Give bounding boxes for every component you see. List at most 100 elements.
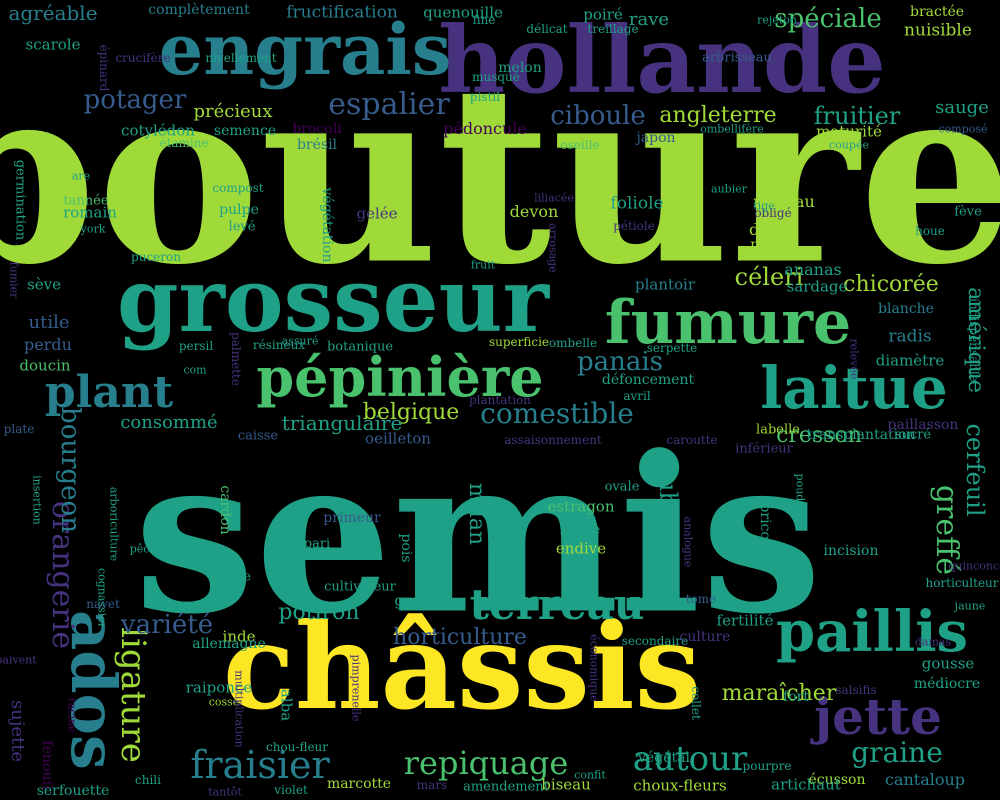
word-167: ombellifère (700, 122, 764, 136)
word-201: plantation (469, 393, 531, 407)
word-166: rejeton (757, 13, 797, 27)
word-109: caroutte (666, 433, 718, 447)
word-94: superficie (488, 335, 550, 349)
word-93: botanique (326, 339, 394, 355)
word-77: foliole (610, 193, 664, 214)
word-102: labelle (756, 422, 800, 438)
word-21: bourgeon (55, 407, 85, 533)
word-159: crucifère (115, 51, 171, 65)
word-96: serpette (646, 341, 698, 355)
word-111: ovale (604, 479, 640, 495)
word-154: tantôt (208, 785, 242, 799)
word-41: horticulture (393, 625, 527, 650)
word-45: précieux (193, 101, 273, 122)
word-70: pulpe (219, 202, 259, 218)
word-65: semence (213, 123, 277, 139)
word-98: radis (888, 326, 932, 347)
word-cloud: bouture semis châssis hollande grosseur engra… (0, 0, 1000, 800)
word-190: analogue (681, 516, 695, 568)
word-44: consommé (120, 412, 218, 433)
word-90: perdu (24, 335, 72, 354)
word-118: pois (398, 533, 414, 563)
word-88: sève (27, 275, 61, 294)
word-7: fumure (604, 288, 852, 358)
word-84: houe (915, 224, 945, 238)
word-121: incision (823, 543, 879, 559)
word-199: économique (587, 634, 601, 702)
word-120: abricotier (757, 495, 773, 565)
word-163: fine (472, 13, 496, 27)
word-200: pimprenelle (349, 654, 363, 722)
word-74: végétation (319, 187, 335, 263)
word-173: liliacée (534, 191, 574, 205)
word-131: culture (679, 629, 731, 645)
word-191: poudrette (793, 473, 807, 529)
word-125: greffe (394, 591, 440, 610)
word-56: arbrisseau (702, 50, 772, 66)
word-25: espalier (328, 87, 450, 122)
word-75: mouillure (480, 166, 501, 254)
word-182: com (183, 363, 207, 377)
word-169: coupée (829, 138, 869, 152)
word-116: primeur (323, 510, 381, 526)
word-35: milan (464, 482, 489, 546)
word-14: terreau (469, 580, 645, 629)
word-106: oeilleton (365, 429, 431, 448)
word-91: doucin (19, 356, 71, 375)
word-178: fumier (7, 261, 21, 299)
word-130: secondaire (621, 634, 689, 648)
word-124: cultivateur (324, 579, 396, 595)
word-53: nuisible (904, 20, 972, 41)
word-58: sauge (935, 97, 989, 118)
word-62: pédoncule (443, 119, 527, 138)
word-6: engrais (158, 8, 452, 91)
word-157: confit (574, 768, 606, 782)
word-186: insertion (30, 475, 44, 525)
word-37: potiron (278, 600, 360, 625)
word-176: tige (753, 199, 775, 213)
word-27: ciboule (550, 101, 646, 131)
word-113: haute (559, 522, 601, 538)
word-105: sucré (894, 427, 932, 443)
word-147: artichaut (771, 775, 841, 794)
word-161: musqué (472, 70, 520, 84)
word-196: paivent (0, 653, 37, 667)
word-100: défoncement (601, 372, 695, 388)
word-139: médiocre (913, 676, 981, 692)
word-67: germination (12, 159, 28, 241)
word-114: endive (555, 539, 607, 558)
word-76: devon (509, 202, 559, 221)
word-16: ligature (113, 627, 153, 763)
word-184: indispensable (967, 298, 981, 382)
word-47: fructification (286, 2, 398, 23)
word-52: bractée (909, 4, 965, 20)
word-171: york (80, 222, 106, 236)
word-95: ombelle (548, 336, 598, 350)
word-149: pourpre (742, 759, 792, 773)
word-185: plate (3, 422, 35, 436)
word-83: fève (954, 204, 982, 220)
word-86: sardage (786, 277, 848, 296)
word-87: plantoir (634, 275, 696, 294)
word-127: fertilité (716, 611, 774, 630)
word-158: épinard (97, 44, 111, 92)
word-194: jaune (954, 599, 986, 613)
word-108: caisse (237, 428, 279, 444)
word-46: agréable (8, 1, 98, 25)
word-181: assuré (281, 334, 319, 348)
word-152: serfouette (36, 783, 110, 799)
word-170: are (71, 169, 91, 183)
word-136: fort (783, 689, 809, 705)
word-175: aubier (711, 182, 747, 196)
word-197: racine (65, 697, 79, 733)
word-72: levé (228, 219, 256, 235)
word-177: fruit (470, 258, 496, 272)
word-112: estragon (547, 497, 615, 516)
word-187: arboriculture (107, 486, 121, 562)
word-10: paillis (775, 599, 969, 665)
word-192: quinconce (948, 559, 1000, 573)
word-50: poiré (583, 5, 623, 24)
word-172: puceron (131, 250, 181, 264)
word-134: alba (277, 688, 296, 722)
word-81: donné (749, 220, 799, 239)
